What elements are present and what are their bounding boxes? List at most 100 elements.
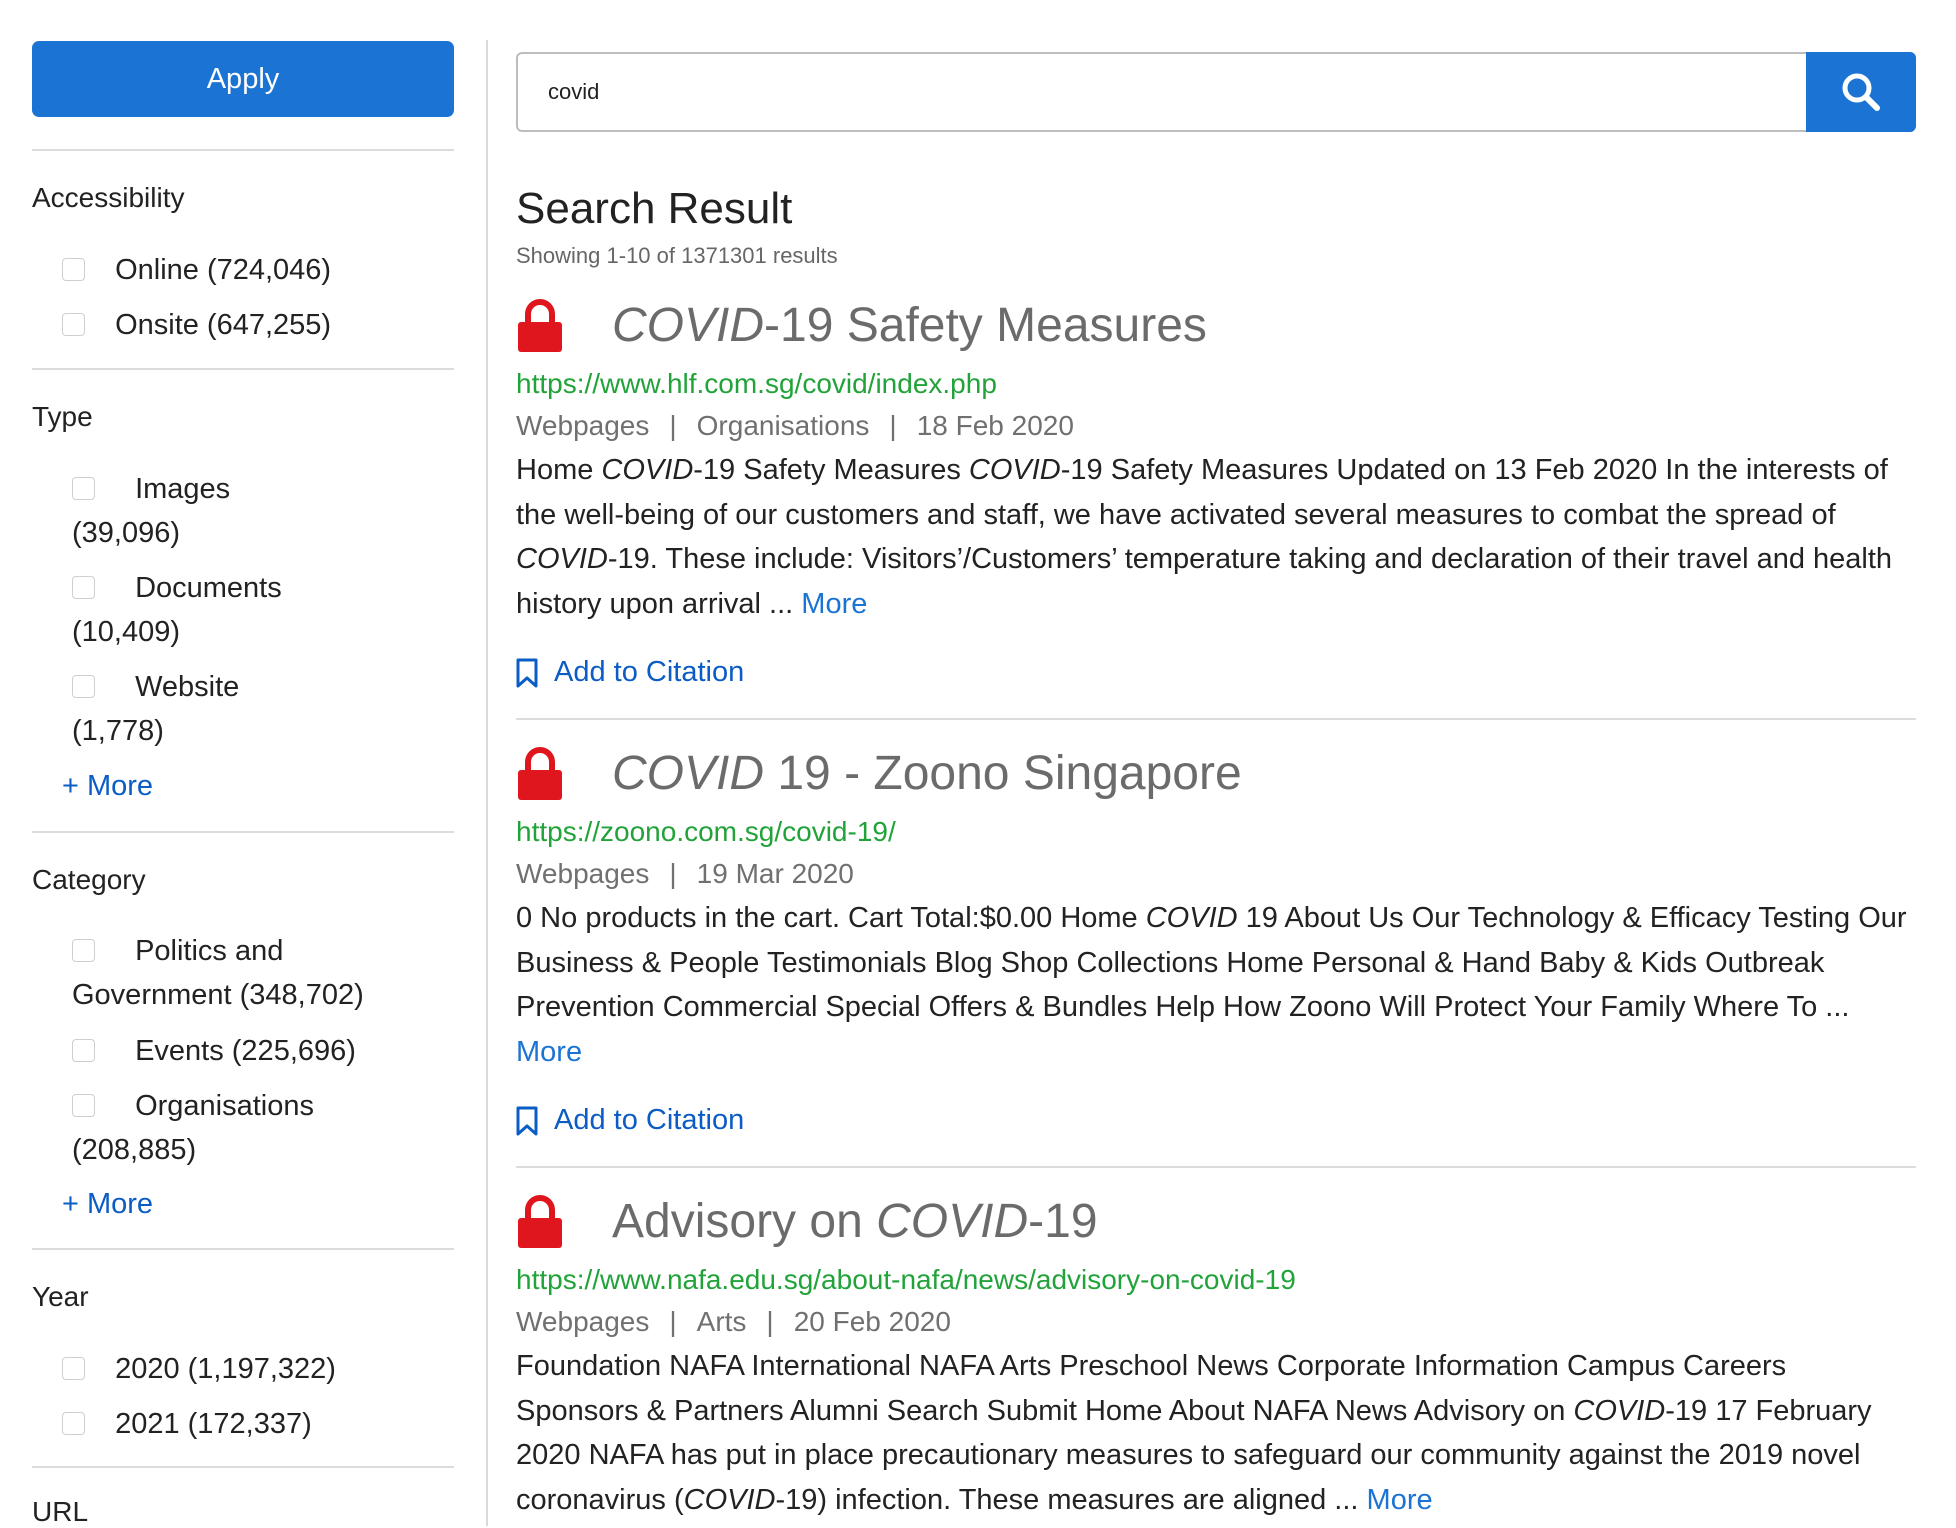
filter-option-label: 2021 (172,337)	[115, 1408, 312, 1440]
lock-icon	[518, 747, 562, 800]
filter-option-label: Images	[135, 473, 231, 505]
title-highlight: COVID	[876, 1195, 1029, 1248]
filter-option-organisations[interactable]: Organisations (208,885)	[72, 1084, 314, 1172]
result-meta: Webpages | 19 Mar 2020	[516, 858, 854, 889]
filter-option-label: Documents	[135, 572, 282, 604]
facet-divider	[32, 368, 454, 370]
more-link[interactable]: More	[801, 588, 867, 620]
page-title: Search Result	[516, 184, 793, 233]
result-meta: Webpages | Arts | 20 Feb 2020	[516, 1306, 951, 1337]
filter-option-count: (39,096)	[72, 517, 181, 549]
citation-label: Add to Citation	[554, 1104, 745, 1136]
facet-title-type: Type	[32, 401, 93, 432]
checkbox[interactable]	[72, 1038, 95, 1062]
more-link[interactable]: More	[1367, 1484, 1433, 1516]
filter-option-label: Events (225,696)	[135, 1035, 356, 1067]
result-category: Arts	[696, 1306, 747, 1337]
facet-title-url: URL	[32, 1496, 89, 1527]
result-title-link[interactable]: COVID 19 - Zoono Singapore	[612, 746, 1242, 802]
search-button[interactable]	[1806, 52, 1916, 132]
filter-option-website[interactable]: Website (1,778)	[72, 665, 239, 753]
search-bar	[516, 52, 1916, 132]
result-snippet: 0 No products in the cart. Cart Total:$0…	[516, 902, 1907, 1068]
filter-option-count: Government (348,702)	[72, 979, 364, 1011]
filter-option-label: Website	[135, 671, 240, 703]
checkbox[interactable]	[72, 476, 95, 500]
apply-button[interactable]: Apply	[32, 41, 454, 117]
result-title-link[interactable]: Advisory on COVID-19	[612, 1194, 1098, 1250]
filter-option-label: Politics and	[135, 935, 284, 967]
results-count: Showing 1-10 of 1371301 results	[516, 243, 838, 268]
search-icon	[1842, 73, 1880, 111]
checkbox[interactable]	[62, 1356, 85, 1380]
bookmark-icon	[516, 658, 538, 687]
result-meta: Webpages | Organisations | 18 Feb 2020	[516, 410, 1074, 441]
citation-label: Add to Citation	[554, 656, 745, 688]
filter-option-count: (1,778)	[72, 715, 164, 747]
filter-option-2021[interactable]: 2021 (172,337)	[62, 1402, 312, 1446]
filter-option-label: Onsite (647,255)	[115, 309, 332, 341]
filter-option-label: Online (724,046)	[115, 254, 332, 286]
search-result: COVID 19 - Zoono Singapore https://zoono…	[516, 746, 1916, 1146]
title-highlight: COVID	[612, 299, 765, 352]
filter-option-onsite[interactable]: Onsite (647,255)	[62, 303, 331, 347]
checkbox[interactable]	[62, 257, 85, 281]
result-title-link[interactable]: COVID-19 Safety Measures	[612, 298, 1207, 354]
result-date: 19 Mar 2020	[696, 858, 854, 889]
facet-divider	[32, 1466, 454, 1468]
filter-sidebar: Apply Accessibility Online (724,046) Ons…	[32, 0, 458, 1527]
search-result: COVID-19 Safety Measures https://www.hlf…	[516, 298, 1916, 698]
facet-title-accessibility: Accessibility	[32, 182, 185, 213]
facet-divider	[32, 1248, 454, 1250]
result-snippet: Foundation NAFA International NAFA Arts …	[516, 1350, 1872, 1516]
result-url[interactable]: https://www.hlf.com.sg/covid/index.php	[516, 368, 997, 400]
bookmark-icon	[516, 1106, 538, 1135]
lock-icon	[518, 1195, 562, 1248]
result-type: Webpages	[516, 410, 650, 441]
filter-option-label: 2020 (1,197,322)	[115, 1353, 336, 1385]
add-to-citation-button[interactable]: Add to Citation	[516, 656, 744, 689]
more-link[interactable]: More	[516, 1036, 582, 1068]
filter-option-events[interactable]: Events (225,696)	[72, 1029, 356, 1073]
checkbox[interactable]	[62, 312, 85, 336]
filter-option-2020[interactable]: 2020 (1,197,322)	[62, 1347, 336, 1391]
title-highlight: COVID	[612, 747, 765, 800]
title-text: Advisory on	[612, 1195, 877, 1248]
facet-divider	[32, 149, 454, 151]
sidebar-divider	[486, 40, 488, 1526]
checkbox[interactable]	[62, 1411, 85, 1435]
category-more-link[interactable]: + More	[62, 1188, 153, 1221]
filter-option-online[interactable]: Online (724,046)	[62, 248, 331, 292]
result-snippet: Home COVID-19 Safety Measures COVID-19 S…	[516, 454, 1893, 620]
filter-option-politics[interactable]: Politics and Government (348,702)	[72, 929, 364, 1017]
search-input[interactable]	[518, 54, 1794, 130]
result-type: Webpages	[516, 858, 650, 889]
result-category: Organisations	[696, 410, 870, 441]
filter-option-images[interactable]: Images (39,096)	[72, 467, 230, 555]
checkbox[interactable]	[72, 1093, 95, 1117]
type-more-link[interactable]: + More	[62, 770, 153, 803]
lock-icon	[518, 299, 562, 352]
search-result: Advisory on COVID-19 https://www.nafa.ed…	[516, 1194, 1916, 1526]
add-to-citation-button[interactable]: Add to Citation	[516, 1104, 744, 1137]
filter-option-documents[interactable]: Documents (10,409)	[72, 566, 282, 654]
title-text: -19 Safety Measures	[764, 299, 1207, 352]
checkbox[interactable]	[72, 938, 95, 962]
facet-title-year: Year	[32, 1281, 89, 1312]
result-divider	[516, 1166, 1916, 1168]
filter-option-label: Organisations	[135, 1090, 314, 1122]
checkbox[interactable]	[72, 575, 95, 599]
facet-title-category: Category	[32, 864, 146, 895]
title-text: 19 - Zoono Singapore	[764, 747, 1242, 800]
result-type: Webpages	[516, 1306, 650, 1337]
result-date: 18 Feb 2020	[916, 410, 1074, 441]
filter-option-count: (208,885)	[72, 1134, 197, 1166]
title-text: -19	[1028, 1195, 1098, 1248]
filter-option-count: (10,409)	[72, 616, 181, 648]
result-url[interactable]: https://zoono.com.sg/covid-19/	[516, 816, 896, 848]
result-divider	[516, 718, 1916, 720]
facet-divider	[32, 831, 454, 833]
checkbox[interactable]	[72, 674, 95, 698]
result-url[interactable]: https://www.nafa.edu.sg/about-nafa/news/…	[516, 1264, 1296, 1296]
result-date: 20 Feb 2020	[793, 1306, 951, 1337]
